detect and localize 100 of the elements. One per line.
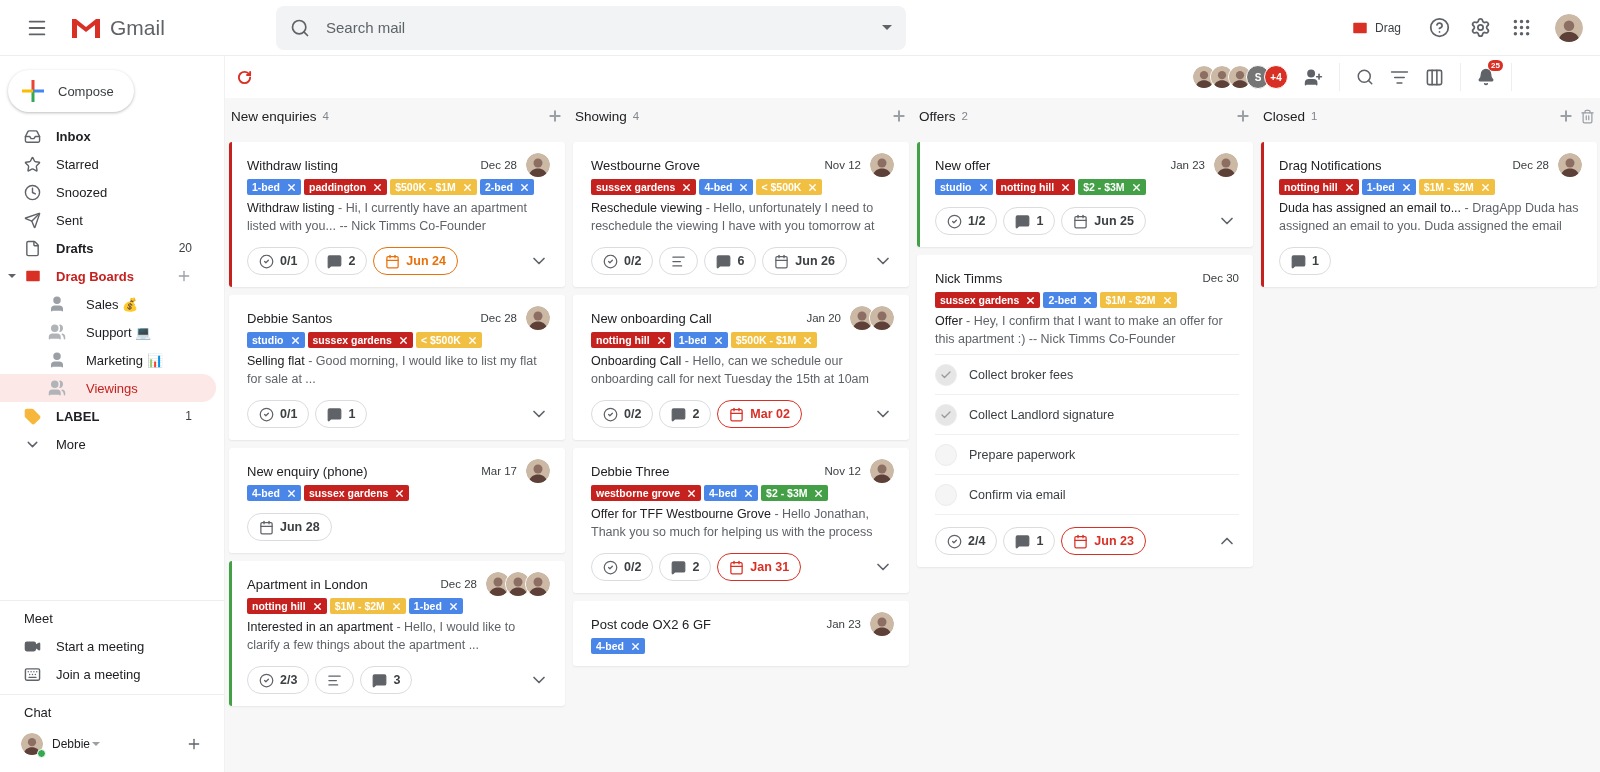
tasks-chip[interactable]: 0/2 <box>591 247 654 275</box>
due-date-chip[interactable]: Jan 31 <box>717 553 802 581</box>
remove-tag-button[interactable] <box>311 600 323 612</box>
nav-item[interactable]: Drag Boards <box>0 262 216 290</box>
comments-chip[interactable]: 2 <box>659 400 712 428</box>
remove-tag-button[interactable] <box>1082 294 1094 306</box>
nav-item[interactable]: Snoozed <box>0 178 216 206</box>
add-board-icon[interactable] <box>176 268 192 284</box>
nav-item[interactable]: More <box>0 430 216 458</box>
email-card[interactable]: New onboarding Call Jan 20 notting hill 1-bed $500K - $1M Onboarding Call - Hello, can we schedule our onboarding call for next Tuesday the 15th at 10am 0/2 2 Mar 02 <box>573 295 909 440</box>
chat-user-button[interactable]: Debbie <box>48 737 101 751</box>
tag: westborne grove <box>591 485 702 501</box>
email-card[interactable]: Westbourne Grove Nov 12 sussex gardens 4-bed < $500K Reschedule viewing - Hello, unfortunately I need to reschedule the viewing I have with you tomorrow at 0/2 6 Jun 26 <box>573 142 909 287</box>
tasks-chip[interactable]: 1/2 <box>935 207 998 235</box>
meet-item[interactable]: Join a meeting <box>0 660 216 688</box>
remove-tag-button[interactable] <box>630 640 641 652</box>
search-input[interactable]: Search mail <box>324 18 868 37</box>
tag: 1-bed <box>1361 179 1416 195</box>
email-card[interactable]: Debbie Three Nov 12 westborne grove 4-bed $2 - $3M Offer for TFF Westbourne Grove - Hello Jonathan, Thank you so much for helping us with the process 0/2 2 Jan 31 <box>573 448 909 593</box>
remove-tag-button[interactable] <box>518 181 530 193</box>
nav-item[interactable]: Inbox <box>0 122 216 150</box>
email-card[interactable]: Post code OX2 6 GF Jan 23 4-bed <box>573 601 909 666</box>
tasks-chip[interactable]: 0/2 <box>591 553 654 581</box>
remove-tag-button[interactable] <box>1343 181 1355 193</box>
board-item[interactable]: Viewings <box>0 374 216 402</box>
email-card[interactable] <box>917 255 1253 567</box>
tasks-chip[interactable]: 0/2 <box>591 400 654 428</box>
notes-chip[interactable] <box>659 247 699 275</box>
due-date-chip[interactable]: Jun 28 <box>247 513 332 541</box>
remove-tag-button[interactable] <box>712 334 724 346</box>
board-item[interactable]: Sales 💰 <box>0 290 216 318</box>
remove-tag-button[interactable] <box>447 600 459 612</box>
remove-tag-button[interactable] <box>289 334 301 346</box>
remove-tag-button[interactable] <box>394 487 406 499</box>
remove-tag-button[interactable] <box>743 487 755 499</box>
remove-tag-button[interactable] <box>1400 181 1412 193</box>
drag-button[interactable]: Drag <box>1345 17 1407 38</box>
close-icon <box>447 600 459 612</box>
email-card[interactable]: Withdraw listing Dec 28 1-bed paddington $500K - $1M 2-bed Withdraw listing - Hi, I currently have an apartment listed with you... -- Nick Timms Co-Founder 0/1 2 Jun 24 <box>229 142 565 287</box>
nav-item[interactable]: Starred <box>0 150 216 178</box>
email-card[interactable]: Debbie Santos Dec 28 studio sussex gardens < $500K Selling flat - Good morning, I would like to list my flat for sale at ... 0/1 1 <box>229 295 565 440</box>
tag: 4-bed <box>591 638 645 654</box>
remove-tag-button[interactable] <box>681 181 693 193</box>
compose-button[interactable]: Compose <box>8 70 134 112</box>
due-date-chip[interactable]: Jun 26 <box>762 247 847 275</box>
comments-chip[interactable]: 1 <box>315 400 368 428</box>
remove-tag-button[interactable] <box>286 487 297 499</box>
comments-chip[interactable]: 1 <box>1003 527 1056 555</box>
email-card[interactable]: Drag Notifications Dec 28 notting hill 1-bed $1M - $2M Duda has assigned an email to... - DragApp Duda has assigned an email to you. Duda assigned the email 1 <box>1261 142 1597 287</box>
close-icon <box>518 181 530 193</box>
check-circle-icon <box>947 213 962 229</box>
card-title: Apartment in London <box>247 576 369 592</box>
comments-chip[interactable]: 1 <box>1003 207 1056 235</box>
remove-tag-button[interactable] <box>372 181 384 193</box>
remove-tag-button[interactable] <box>397 334 409 346</box>
email-card[interactable]: New offer Jan 23 studio notting hill $2 - $3M 1/2 1 Jun 25 <box>917 142 1253 247</box>
meet-item[interactable]: Start a meeting <box>0 632 216 660</box>
envelope-icon <box>24 267 42 285</box>
remove-tag-button[interactable] <box>977 181 989 193</box>
due-date-chip[interactable]: Jun 23 <box>1061 527 1146 555</box>
remove-tag-button[interactable] <box>686 487 698 499</box>
due-date-chip[interactable]: Jun 25 <box>1061 207 1146 235</box>
remove-tag-button[interactable] <box>1060 181 1072 193</box>
search-field[interactable]: Search mail <box>276 5 906 50</box>
remove-tag-button[interactable] <box>738 181 750 193</box>
remove-tag-button[interactable] <box>1025 294 1037 306</box>
board-item[interactable]: Marketing 📊 <box>0 346 216 374</box>
email-card[interactable]: New enquiry (phone) Mar 17 4-bed sussex gardens Jun 28 <box>229 448 565 553</box>
nav-item[interactable]: Sent <box>0 206 216 234</box>
remove-tag-button[interactable] <box>286 181 297 193</box>
remove-tag-button[interactable] <box>1130 181 1142 193</box>
task-checkbox[interactable] <box>935 403 957 426</box>
section-title: Meet <box>23 611 54 628</box>
add-card-icon[interactable] <box>1558 108 1574 124</box>
tasks-chip[interactable]: 2/4 <box>935 527 998 555</box>
due-date-chip[interactable]: Mar 02 <box>717 400 802 428</box>
remove-tag-button[interactable] <box>655 334 667 346</box>
nav-item[interactable]: LABEL 1 <box>0 402 216 430</box>
email-card[interactable]: Apartment in London Dec 28 notting hill $1M - $2M 1-bed Interested in an apartment - Hello, I would like to clarify a few things about the apartment ... 2/3 3 <box>229 561 565 706</box>
task-checkbox[interactable] <box>935 363 957 386</box>
board-item[interactable]: Support 💻 <box>0 318 216 346</box>
comments-chip[interactable]: 1 <box>1279 247 1331 275</box>
caret-down-icon[interactable] <box>8 272 16 280</box>
tasks-chip[interactable]: 0/1 <box>247 247 310 275</box>
add-card-icon[interactable] <box>891 108 907 124</box>
notifications-button[interactable]: 25 <box>1471 62 1501 92</box>
comments-chip[interactable]: 2 <box>659 553 712 581</box>
tasks-chip[interactable]: 0/1 <box>247 400 310 428</box>
tasks-chip[interactable]: 2/3 <box>247 666 310 694</box>
more-members-badge[interactable]: +4 <box>1264 65 1288 89</box>
comments-chip[interactable]: 2 <box>315 247 368 275</box>
add-card-icon[interactable] <box>1235 108 1251 124</box>
notes-chip[interactable] <box>315 666 355 694</box>
add-card-icon[interactable] <box>547 108 563 124</box>
remove-tag-button[interactable] <box>813 487 825 499</box>
card-date: Nov 12 <box>824 159 861 171</box>
nav-item[interactable]: Drafts 20 <box>0 234 216 262</box>
delete-icon[interactable] <box>1580 108 1595 124</box>
comments-chip[interactable]: 3 <box>360 666 413 694</box>
comments-chip[interactable]: 6 <box>704 247 757 275</box>
